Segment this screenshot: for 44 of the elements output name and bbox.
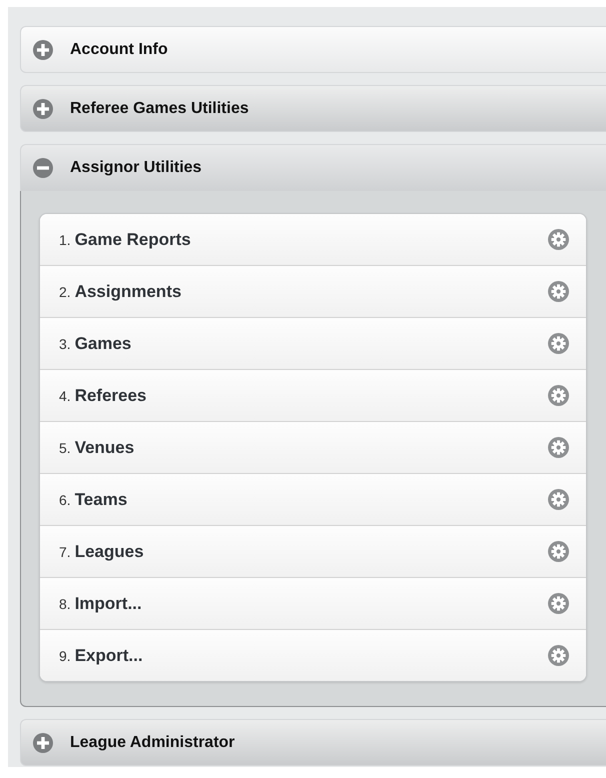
gear-icon: [548, 489, 569, 510]
item-label: Leagues: [74, 542, 145, 562]
item-number: 9.: [59, 648, 71, 664]
gear-icon: [548, 385, 569, 406]
section-header[interactable]: Referee Games Utilities: [20, 85, 606, 132]
menu-item[interactable]: 6. Teams: [40, 473, 586, 525]
gear-icon: [548, 541, 569, 562]
item-number: 7.: [59, 544, 71, 560]
item-number: 4.: [59, 388, 71, 404]
item-label: Game Reports: [74, 230, 192, 250]
item-label: Teams: [74, 490, 128, 510]
gear-icon: [548, 333, 569, 354]
section-title: League Administrator: [70, 734, 235, 752]
gear-icon: [548, 645, 569, 666]
item-number: 3.: [59, 336, 71, 352]
section-title: Assignor Utilities: [70, 159, 202, 177]
item-label: Assignments: [74, 282, 182, 302]
menu-item[interactable]: 3. Games: [40, 317, 586, 369]
item-number: 1.: [59, 232, 71, 248]
section-header[interactable]: Assignor Utilities: [20, 144, 606, 191]
gear-icon: [548, 437, 569, 458]
gear-icon: [548, 593, 569, 614]
item-number: 2.: [59, 284, 71, 300]
gear-icon: [548, 229, 569, 250]
item-number: 5.: [59, 440, 71, 456]
section-header[interactable]: League Administrator: [20, 719, 606, 766]
menu-item[interactable]: 4. Referees: [40, 369, 586, 421]
section-header[interactable]: Account Info: [20, 26, 606, 73]
item-number: 6.: [59, 492, 71, 508]
item-label: Export...: [74, 646, 144, 666]
menu-item[interactable]: 5. Venues: [40, 421, 586, 473]
menu-item[interactable]: 2. Assignments: [40, 265, 586, 317]
item-label: Venues: [74, 438, 136, 458]
menu-item[interactable]: 9. Export...: [40, 629, 586, 681]
item-number: 8.: [59, 596, 71, 612]
item-label: Games: [74, 334, 132, 354]
gear-icon: [548, 281, 569, 302]
section-title: Referee Games Utilities: [70, 100, 249, 118]
section-title: Account Info: [70, 40, 168, 58]
menu-item[interactable]: 8. Import...: [40, 577, 586, 629]
menu-item[interactable]: 1. Game Reports: [40, 214, 586, 265]
item-label: Referees: [74, 386, 148, 406]
menu-item[interactable]: 7. Leagues: [40, 525, 586, 577]
item-label: Import...: [74, 594, 143, 614]
